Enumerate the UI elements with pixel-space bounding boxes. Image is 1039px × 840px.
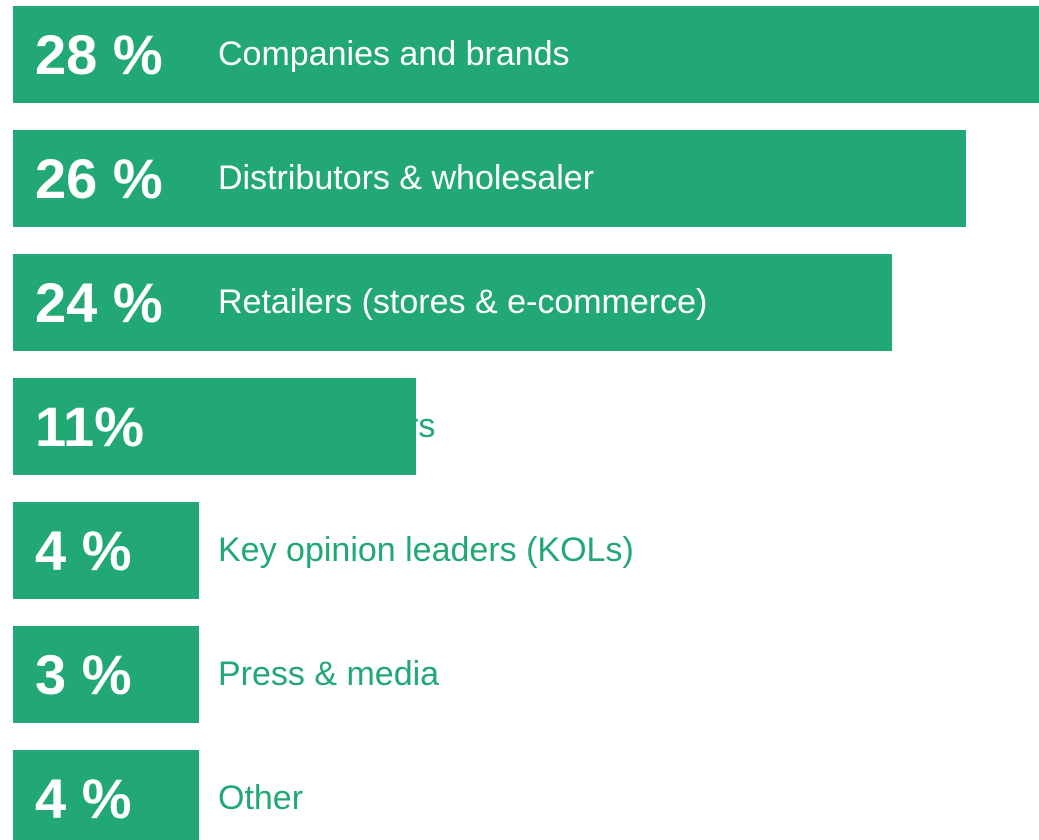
- bar-value-label: 28 %: [35, 23, 163, 86]
- bar-category-label: Companies and brands: [218, 35, 570, 73]
- bar-value-label: 4 %: [35, 519, 132, 582]
- bar-category-label: Key opinion leaders (KOLs): [218, 531, 634, 569]
- bar-value-label: 11%: [35, 395, 144, 458]
- bar-category-label: Distributors & wholesaler: [218, 159, 595, 197]
- bar-category-label: Retailers (stores & e-commerce): [218, 283, 708, 321]
- bar-value-label: 24 %: [35, 271, 163, 334]
- horizontal-bar-chart: 28 % Companies and brands 26 % Distributors…: [0, 0, 1039, 840]
- bar-value-label: 26 %: [35, 147, 163, 210]
- bar-category-label: Manufacturers: [218, 407, 436, 445]
- bar-value-label: 3 %: [35, 643, 132, 706]
- bar-category-label: Other: [218, 779, 304, 817]
- bar-category-label: Press & media: [218, 655, 440, 693]
- bar-value-label: 4 %: [35, 767, 132, 830]
